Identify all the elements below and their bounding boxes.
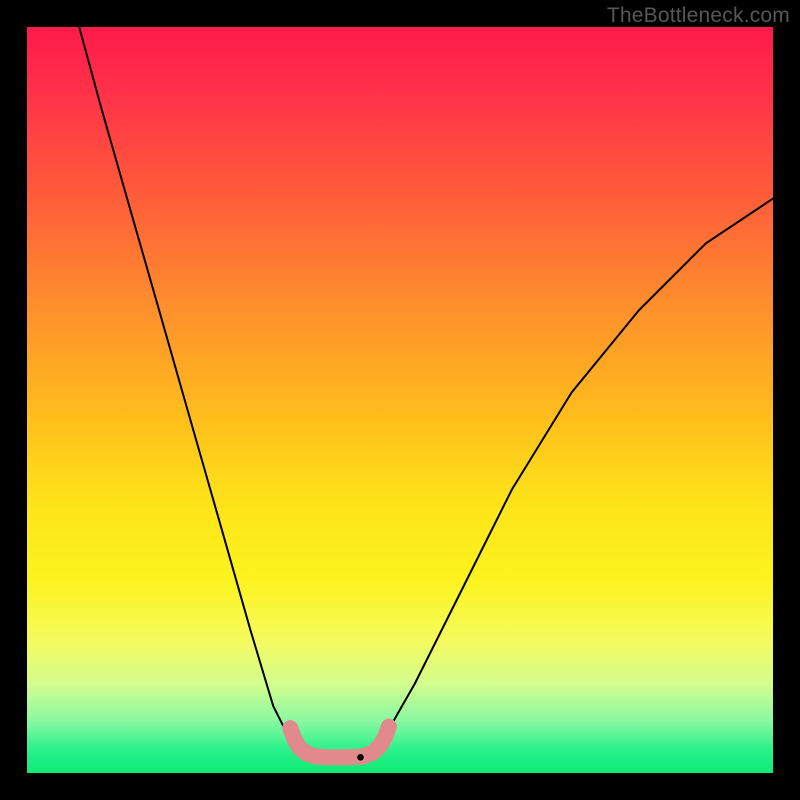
bottom-notch xyxy=(290,727,389,758)
plot-area xyxy=(27,27,773,773)
curve-left xyxy=(79,27,307,756)
chart-container: TheBottleneck.com xyxy=(0,0,800,800)
notch-dot xyxy=(357,754,364,761)
watermark-text: TheBottleneck.com xyxy=(607,4,790,28)
curve-right xyxy=(370,199,773,756)
curve-overlay xyxy=(27,27,773,773)
